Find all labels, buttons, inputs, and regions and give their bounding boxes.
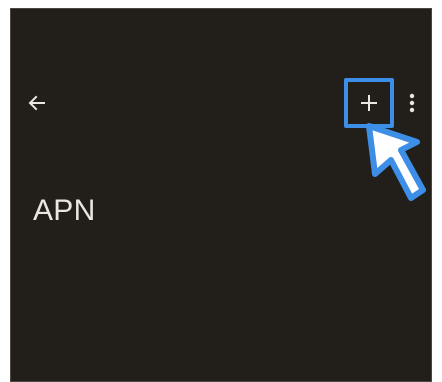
back-button[interactable] bbox=[24, 90, 50, 116]
more-options-button[interactable] bbox=[404, 90, 420, 116]
add-apn-button[interactable] bbox=[344, 78, 394, 128]
more-vert-icon bbox=[409, 93, 415, 113]
cursor-arrow-icon bbox=[366, 123, 426, 201]
top-app-bar bbox=[10, 78, 432, 128]
arrow-left-icon bbox=[28, 95, 45, 111]
device-screen: APN bbox=[10, 8, 432, 382]
plus-icon bbox=[361, 95, 377, 111]
screenshot-frame: APN bbox=[0, 0, 442, 382]
page-title: APN bbox=[33, 194, 96, 227]
